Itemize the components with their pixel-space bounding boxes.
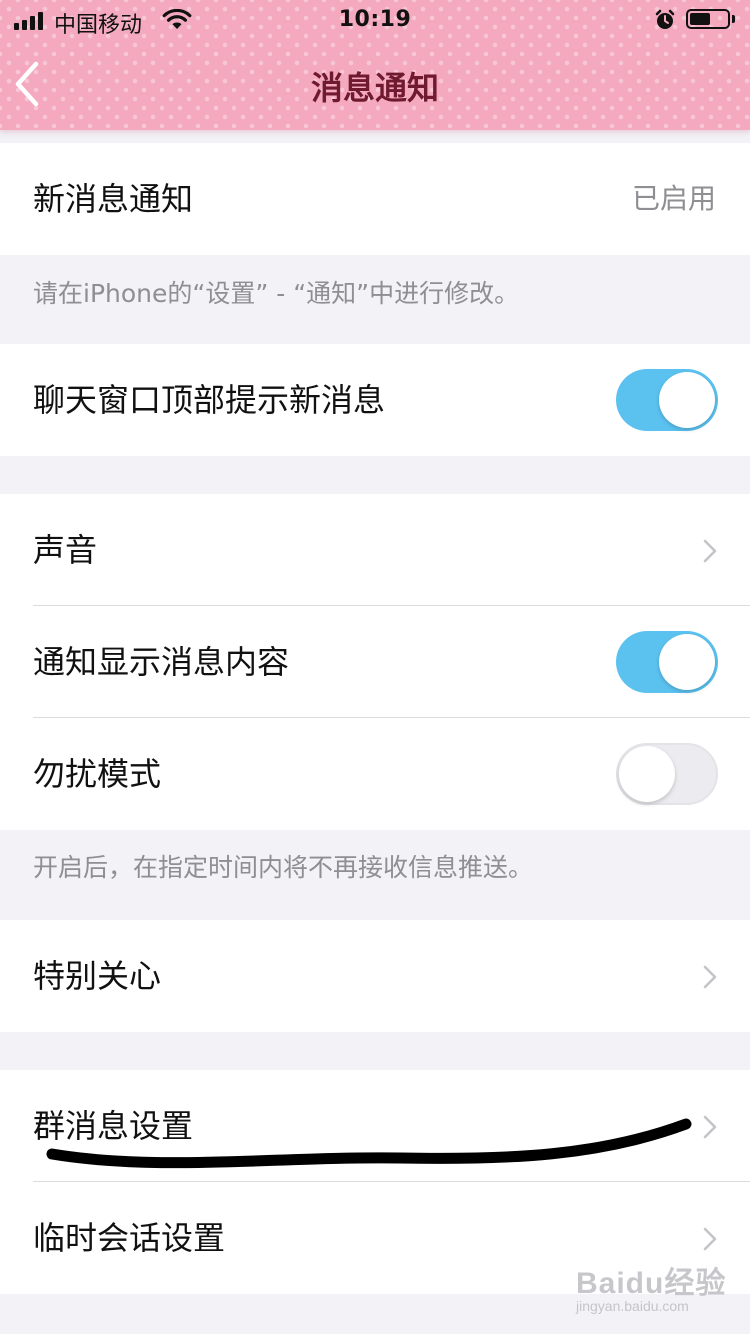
chevron-right-icon <box>703 965 717 989</box>
special-care-row[interactable]: 特别关心 <box>0 920 750 1032</box>
do-not-disturb-row: 勿扰模式 <box>0 718 750 830</box>
group-message-settings-label: 群消息设置 <box>33 1107 194 1145</box>
alarm-icon <box>655 9 675 29</box>
show-message-content-label: 通知显示消息内容 <box>33 643 290 681</box>
chevron-right-icon <box>703 1227 717 1251</box>
settings-hint-note: 请在iPhone的“设置” - “通知”中进行修改。 <box>33 279 520 308</box>
do-not-disturb-hint: 开启后，在指定时间内将不再接收信息推送。 <box>33 853 534 882</box>
group-message-settings-row[interactable]: 群消息设置 <box>0 1070 750 1182</box>
toggle-knob <box>659 634 715 690</box>
sound-label: 声音 <box>33 531 98 569</box>
special-care-label: 特别关心 <box>33 957 162 995</box>
show-message-content-row: 通知显示消息内容 <box>0 606 750 718</box>
new-message-notification-row[interactable]: 新消息通知 已启用 <box>0 143 750 255</box>
watermark-url: jingyan.baidu.com <box>576 1298 689 1314</box>
new-message-notification-label: 新消息通知 <box>33 180 194 218</box>
chevron-right-icon <box>703 1115 717 1139</box>
sound-row[interactable]: 声音 <box>0 494 750 606</box>
toggle-knob <box>619 746 675 802</box>
chat-top-alert-toggle[interactable] <box>616 369 718 431</box>
page-title: 消息通知 <box>310 69 439 107</box>
status-bar: 中国移动 10:19 <box>0 0 750 40</box>
battery-level <box>690 13 710 25</box>
temporary-chat-settings-row[interactable]: 临时会话设置 <box>0 1182 750 1294</box>
show-message-content-toggle[interactable] <box>616 631 718 693</box>
chat-top-alert-row: 聊天窗口顶部提示新消息 <box>0 344 750 456</box>
do-not-disturb-label: 勿扰模式 <box>33 755 162 793</box>
new-message-notification-status: 已启用 <box>631 182 716 215</box>
do-not-disturb-toggle[interactable] <box>616 743 718 805</box>
chat-top-alert-label: 聊天窗口顶部提示新消息 <box>33 381 386 419</box>
navigation-header: 中国移动 10:19 消息通知 <box>0 0 750 130</box>
toggle-knob <box>659 372 715 428</box>
temporary-chat-settings-label: 临时会话设置 <box>33 1219 226 1257</box>
battery-tip <box>732 15 735 23</box>
clock: 10:19 <box>338 7 412 32</box>
chevron-right-icon <box>703 539 717 563</box>
battery-icon <box>686 9 730 29</box>
